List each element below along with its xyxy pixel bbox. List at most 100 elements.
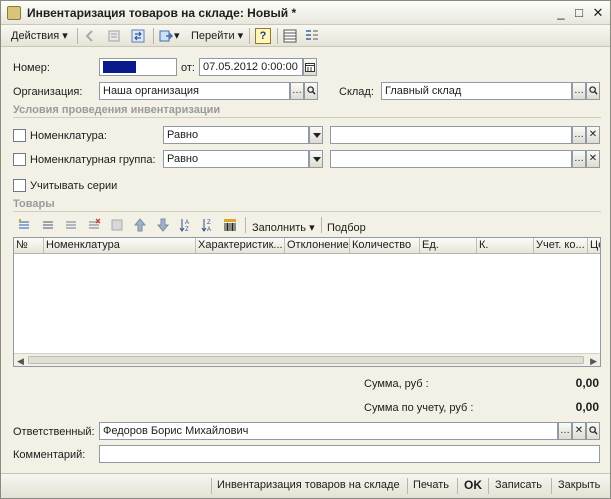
date-field[interactable]: 07.05.2012 0:00:00	[199, 58, 303, 76]
document-list-icon[interactable]	[107, 29, 121, 43]
nomenclature-label: Номенклатура:	[30, 130, 107, 142]
sort-descending-icon[interactable]: ZA	[201, 218, 215, 232]
group-checkbox[interactable]	[13, 153, 26, 166]
goods-section-title: Товары	[13, 198, 55, 210]
scrollbar-thumb[interactable]	[28, 356, 584, 364]
responsible-clear-button[interactable]: ✕	[572, 422, 586, 440]
sum-value: 0,00	[575, 376, 599, 390]
comment-field[interactable]	[99, 445, 600, 463]
move-icon[interactable]	[159, 29, 173, 43]
toolbar-separator	[245, 217, 246, 233]
column-nomenclature[interactable]: Номенклатура	[44, 238, 196, 253]
organization-field[interactable]: Наша организация	[99, 82, 290, 100]
end-edit-icon[interactable]	[110, 218, 124, 232]
move-up-icon[interactable]	[133, 218, 147, 232]
table-header: № Номенклатура Характеристик... Отклонен…	[14, 238, 600, 254]
organization-label: Организация:	[13, 86, 83, 98]
footer-separator	[211, 478, 212, 494]
maximize-button[interactable]: □	[571, 5, 587, 21]
nomenclature-condition-select[interactable]: Равно	[163, 126, 309, 144]
goods-table[interactable]: № Номенклатура Характеристик... Отклонен…	[13, 237, 601, 367]
close-button[interactable]: Закрыть	[558, 479, 600, 491]
document-icon	[7, 6, 21, 20]
horizontal-scrollbar[interactable]: ◀ ▶	[14, 353, 600, 366]
group-value-field[interactable]	[330, 150, 572, 168]
organization-select-button[interactable]: …	[290, 82, 304, 100]
svg-text:Z: Z	[185, 227, 189, 232]
warehouse-field[interactable]: Главный склад	[381, 82, 572, 100]
calendar-icon	[305, 63, 315, 72]
scroll-right-icon[interactable]: ▶	[590, 356, 597, 367]
responsible-label: Ответственный:	[13, 426, 95, 438]
group-select-button[interactable]: …	[572, 150, 586, 168]
close-window-button[interactable]: ✕	[590, 5, 606, 21]
toolbar-separator	[321, 217, 322, 233]
save-button[interactable]: Записать	[495, 479, 542, 491]
back-arrow-icon[interactable]	[83, 29, 97, 43]
sum-accounting-label: Сумма по учету, руб :	[364, 402, 474, 414]
column-quantity[interactable]: Количество	[350, 238, 420, 253]
structure-icon[interactable]	[283, 29, 297, 43]
warehouse-select-button[interactable]: …	[572, 82, 586, 100]
actions-menu[interactable]: Действия ▾	[11, 28, 68, 44]
column-deviation[interactable]: Отклонение	[285, 238, 350, 253]
scroll-left-icon[interactable]: ◀	[17, 356, 24, 367]
footer-separator	[457, 478, 458, 494]
responsible-field[interactable]: Федоров Борис Михайлович	[99, 422, 558, 440]
responsible-select-button[interactable]: …	[558, 422, 572, 440]
number-selection	[103, 61, 136, 73]
copy-row-icon[interactable]	[41, 218, 55, 232]
svg-text:A: A	[207, 227, 211, 232]
column-coefficient[interactable]: К.	[477, 238, 534, 253]
nomenclature-condition-dropdown[interactable]	[309, 126, 323, 144]
goto-menu[interactable]: Перейти ▾	[191, 28, 243, 44]
calendar-button[interactable]	[303, 58, 317, 76]
group-condition-select[interactable]: Равно	[163, 150, 309, 168]
series-checkbox[interactable]	[13, 179, 26, 192]
help-button[interactable]: ?	[255, 28, 271, 44]
toolbar-separator	[277, 28, 278, 44]
warehouse-open-button[interactable]	[586, 82, 600, 100]
nomenclature-checkbox[interactable]	[13, 129, 26, 142]
magnifier-icon	[306, 86, 316, 95]
edit-row-icon[interactable]	[64, 218, 78, 232]
nomenclature-clear-button[interactable]: ✕	[586, 126, 600, 144]
settings-list-icon[interactable]	[305, 29, 319, 43]
barcode-icon[interactable]	[223, 218, 237, 232]
delete-row-icon[interactable]	[87, 218, 101, 232]
select-button[interactable]: Подбор	[327, 220, 366, 236]
fill-label: Заполнить	[252, 222, 307, 234]
sort-ascending-icon[interactable]: AZ	[179, 218, 193, 232]
move-down-icon[interactable]	[156, 218, 170, 232]
responsible-open-button[interactable]	[586, 422, 600, 440]
column-accounting-quantity[interactable]: Учет. ко...	[534, 238, 588, 253]
organization-open-button[interactable]	[304, 82, 318, 100]
chevron-down-icon: ▾	[62, 30, 68, 42]
footer-separator	[407, 478, 408, 494]
toolbar: Действия ▾ ▾ Перейти ▾ ?	[1, 25, 610, 47]
chevron-down-icon[interactable]: ▾	[174, 28, 180, 44]
column-price[interactable]: Це	[588, 238, 600, 253]
group-label: Номенклатурная группа:	[30, 154, 156, 166]
column-characteristic[interactable]: Характеристик...	[196, 238, 285, 253]
print-button[interactable]: Печать	[413, 479, 449, 491]
column-number[interactable]: №	[14, 238, 44, 253]
chevron-down-icon: ▾	[309, 222, 315, 234]
number-label: Номер:	[13, 62, 50, 74]
chevron-down-icon: ▾	[237, 30, 244, 42]
group-condition-dropdown[interactable]	[309, 150, 323, 168]
fill-menu[interactable]: Заполнить ▾	[252, 220, 315, 236]
ok-button[interactable]: OK	[464, 478, 482, 492]
refresh-icon[interactable]	[131, 29, 145, 43]
print-form-button[interactable]: Инвентаризация товаров на складе	[217, 479, 400, 491]
nomenclature-value-field[interactable]	[330, 126, 572, 144]
footer-separator	[488, 478, 489, 494]
add-row-icon[interactable]	[17, 218, 31, 232]
number-field[interactable]	[99, 58, 177, 76]
group-clear-button[interactable]: ✕	[586, 150, 600, 168]
column-unit[interactable]: Ед.	[420, 238, 477, 253]
minimize-button[interactable]: _	[553, 5, 569, 21]
nomenclature-select-button[interactable]: …	[572, 126, 586, 144]
window-title: Инвентаризация товаров на складе: Новый …	[27, 6, 297, 20]
magnifier-icon	[588, 86, 598, 95]
